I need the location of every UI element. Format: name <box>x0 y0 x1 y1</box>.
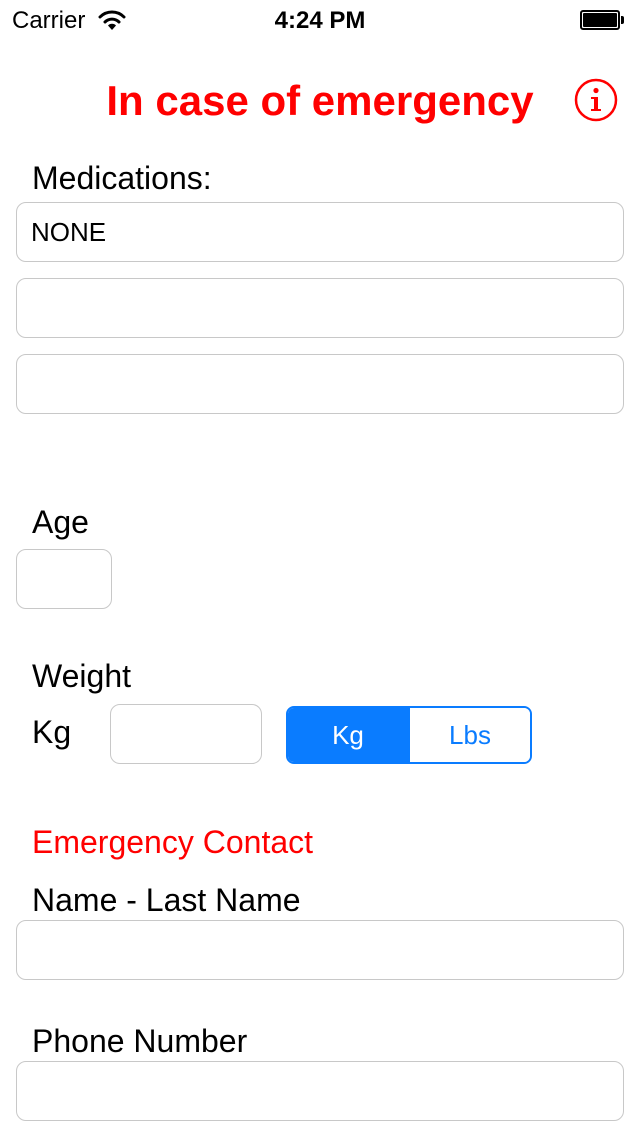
emergency-contact-heading: Emergency Contact <box>32 824 314 860</box>
medication-field-2[interactable] <box>16 278 624 338</box>
age-field[interactable] <box>16 549 112 609</box>
contact-name-field[interactable] <box>16 920 624 980</box>
segment-lbs[interactable]: Lbs <box>408 708 530 762</box>
age-label: Age <box>32 504 89 540</box>
phone-number-label: Phone Number <box>32 1023 248 1059</box>
weight-unit-segmented-control: Kg Lbs <box>286 706 532 764</box>
phone-number-field[interactable] <box>16 1061 624 1121</box>
info-icon[interactable] <box>574 78 618 122</box>
weight-unit-label: Kg <box>32 714 72 750</box>
battery-icon <box>580 10 626 30</box>
contact-name-label: Name - Last Name <box>32 882 301 918</box>
medication-field-3[interactable] <box>16 354 624 414</box>
weight-field[interactable] <box>110 704 262 764</box>
medications-label: Medications: <box>32 160 212 196</box>
page-title: In case of emergency <box>106 77 534 124</box>
medication-field-1[interactable] <box>16 202 624 262</box>
status-time: 4:24 PM <box>274 7 366 34</box>
segment-kg[interactable]: Kg <box>288 708 408 762</box>
weight-label: Weight <box>32 658 132 694</box>
